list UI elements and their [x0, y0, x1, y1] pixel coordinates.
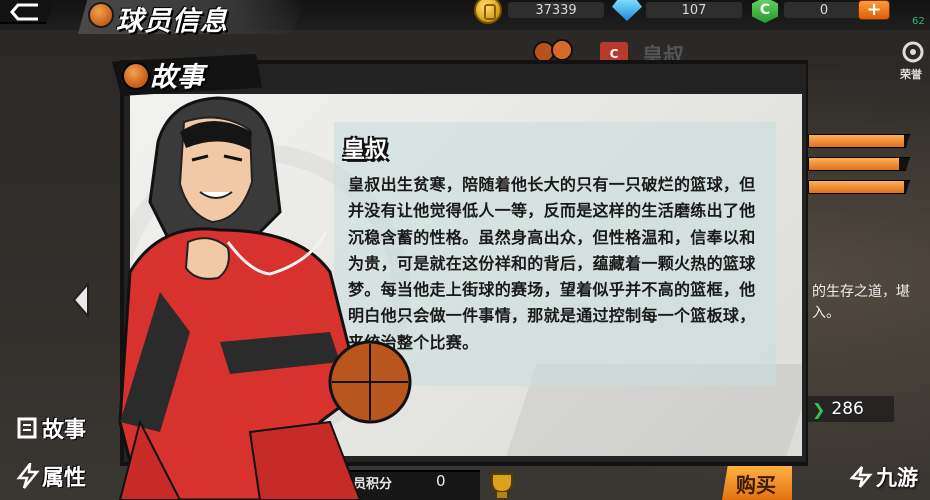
honor-label: 荣誉 [900, 68, 922, 81]
c-currency: C 0 [752, 0, 864, 23]
gem-icon [612, 0, 642, 21]
tab-attributes[interactable]: 属性 [16, 460, 86, 492]
page-title: 球员信息 [116, 6, 228, 37]
basketball-icon [88, 2, 114, 28]
add-currency-button[interactable]: + [858, 0, 890, 20]
buy-button[interactable]: 购买 [722, 466, 792, 500]
c-points-icon: C [752, 0, 778, 23]
chevron-up-icon: ❯ [812, 399, 826, 419]
attribute-bar-fill [809, 135, 904, 147]
watermark-text: 九游 [876, 466, 918, 490]
coin-currency: 37339 [474, 0, 604, 24]
tab-story-label: 故事 [42, 418, 87, 443]
tab-attributes-label: 属性 [42, 466, 87, 491]
attribute-bar-fill [809, 181, 904, 193]
gem-amount: 107 [646, 2, 742, 18]
coin-amount: 37339 [508, 2, 604, 18]
gem-currency: 107 [612, 0, 742, 21]
lightning-icon [16, 463, 40, 489]
gear-icon [902, 41, 924, 63]
back-arrow-icon [10, 3, 38, 21]
c-points-amount: 0 [784, 2, 864, 18]
watermark: 九游 [848, 462, 918, 492]
power-value-text: 286 [831, 399, 864, 419]
attribute-bar [808, 134, 910, 148]
attribute-bar-fill [809, 158, 899, 170]
attribute-bar [808, 157, 910, 171]
attribute-bar [808, 180, 910, 194]
attribute-bars [808, 134, 910, 203]
tab-story[interactable]: 故事 [16, 412, 86, 444]
honor-button[interactable]: 荣誉 [898, 38, 930, 82]
background-description: 的生存之道，堪 入。 [812, 284, 910, 321]
story-book-icon [17, 417, 37, 439]
trophy-icon [482, 470, 522, 500]
character-illustration [100, 92, 440, 500]
power-value: ❯ 286 [804, 396, 894, 422]
basketball-icon [122, 62, 150, 90]
corner-value: 62 [912, 16, 925, 27]
previous-arrow-icon[interactable] [70, 281, 92, 319]
story-modal-title: 故事 [150, 62, 204, 93]
nine-game-logo-icon [849, 466, 873, 488]
